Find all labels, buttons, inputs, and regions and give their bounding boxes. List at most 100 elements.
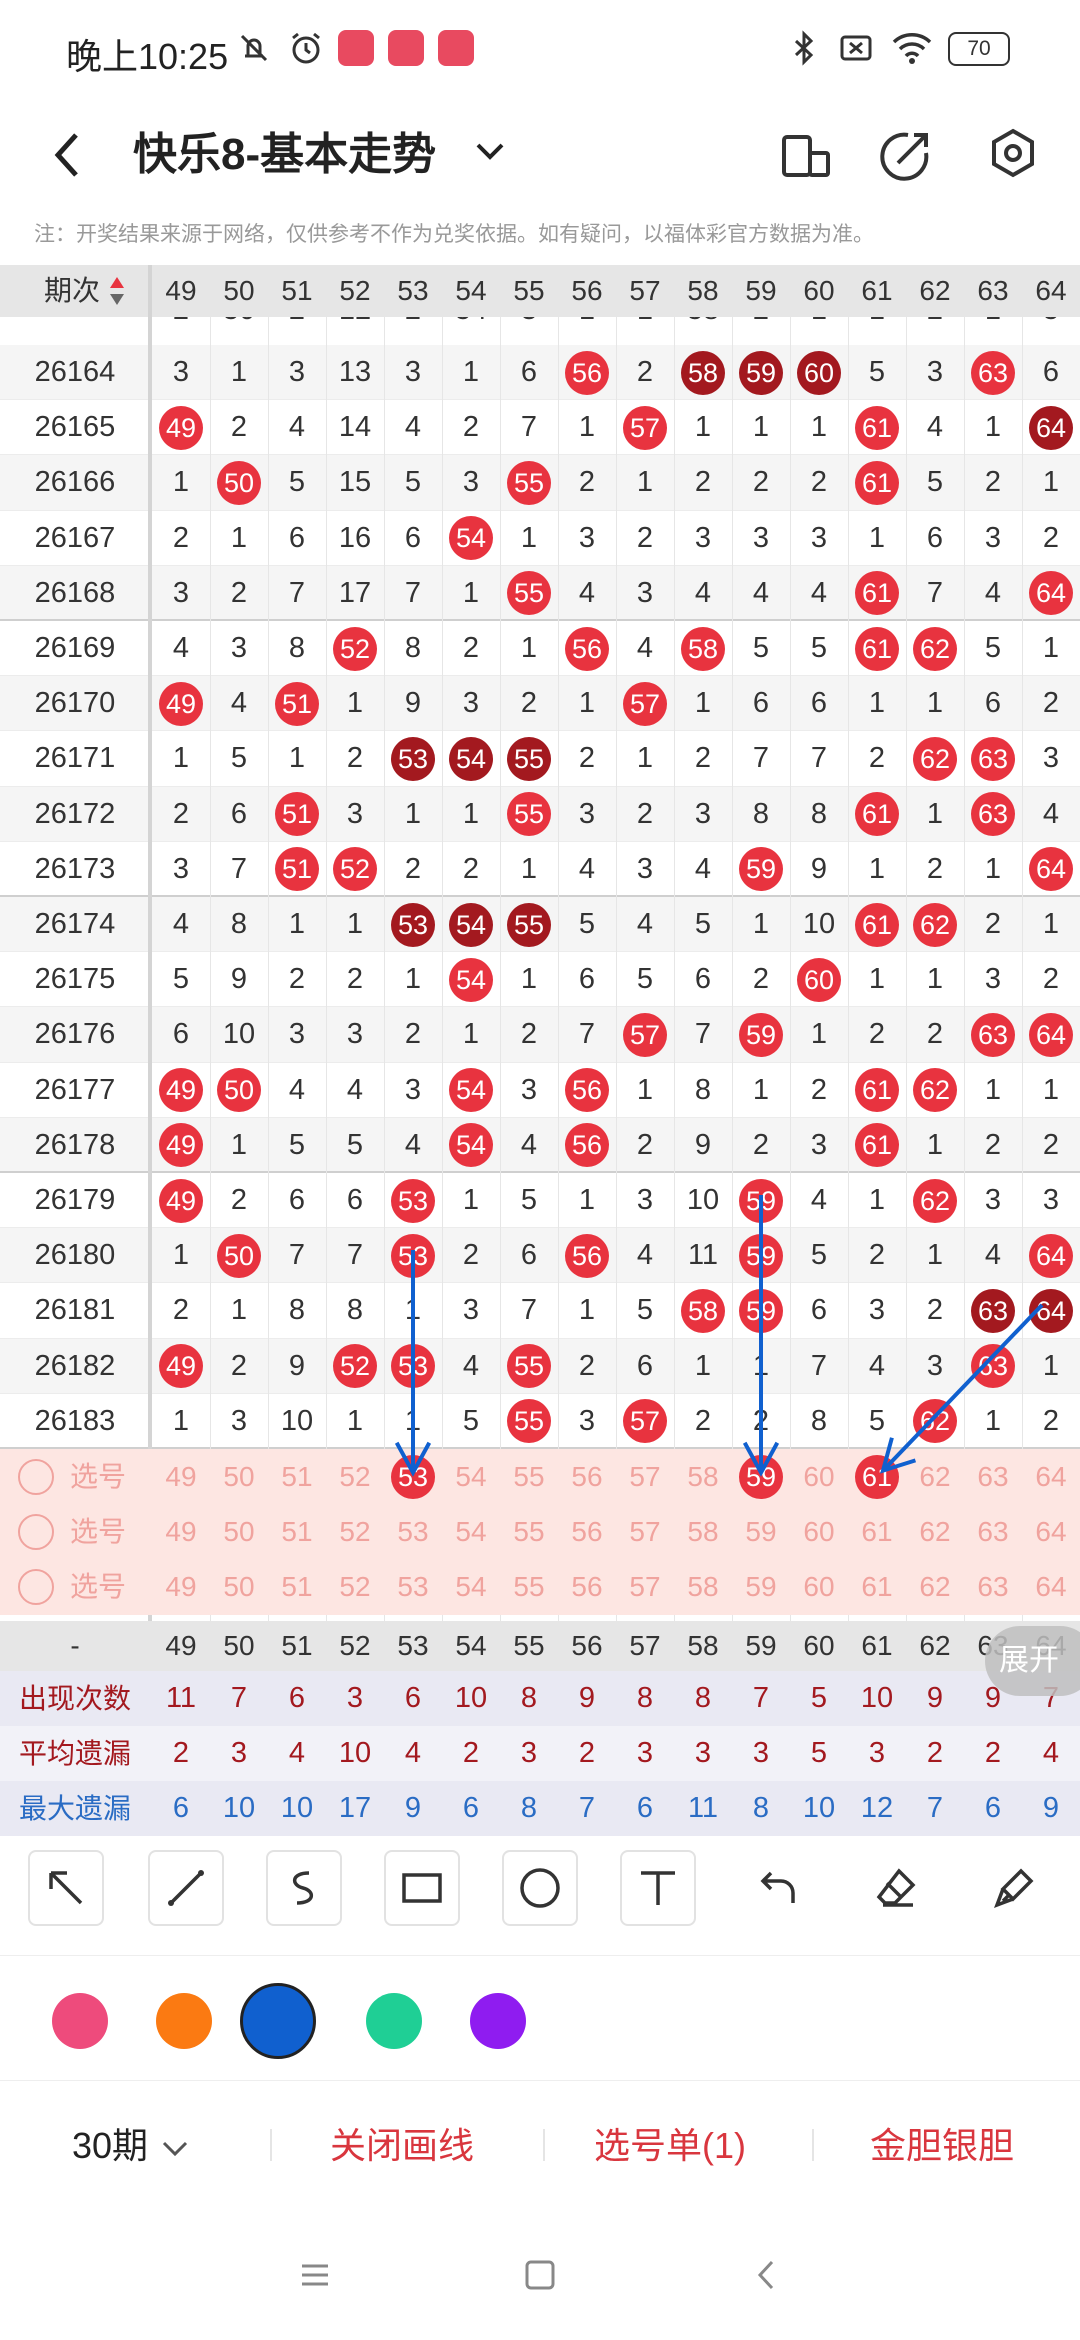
table-cell: 8 (230, 908, 248, 940)
pick-number[interactable]: 57 (616, 1449, 674, 1504)
sort-icon[interactable] (108, 275, 126, 307)
period-cell: 26167 (34, 521, 116, 554)
layout-switch-icon[interactable] (770, 115, 840, 195)
pick-number[interactable]: 56 (558, 1449, 616, 1504)
pick-number[interactable]: 49 (152, 1449, 210, 1504)
pick-number[interactable]: 59 (732, 1504, 790, 1559)
selected-ball[interactable]: 53 (391, 1454, 435, 1499)
pick-number[interactable]: 60 (790, 1449, 848, 1504)
number-ball: 56 (565, 1233, 609, 1278)
number-ball: 62 (913, 902, 957, 947)
column-header: 49 (165, 275, 197, 306)
color-swatch[interactable] (240, 1983, 316, 2059)
pick-number[interactable]: 51 (268, 1559, 326, 1614)
rectangle-tool[interactable] (384, 1850, 460, 1926)
radio-button[interactable] (18, 1569, 54, 1605)
number-ball: 61 (855, 461, 899, 505)
color-swatch[interactable] (156, 1993, 212, 2049)
pick-number[interactable]: 50 (210, 1504, 268, 1559)
pick-number[interactable]: 56 (558, 1504, 616, 1559)
pick-number[interactable]: 56 (558, 1559, 616, 1614)
pick-number[interactable]: 50 (210, 1559, 268, 1614)
pick-number[interactable]: 61 (848, 1559, 906, 1614)
circle-tool[interactable] (502, 1850, 578, 1926)
pick-number[interactable]: 54 (442, 1559, 500, 1614)
curve-tool[interactable] (266, 1850, 342, 1926)
pick-number[interactable]: 63 (964, 1449, 1022, 1504)
color-swatch[interactable] (470, 1993, 526, 2049)
home-icon[interactable] (523, 2258, 557, 2292)
stats-value: 10 (222, 1791, 256, 1824)
pick-number[interactable]: 63 (964, 1504, 1022, 1559)
stats-value: 4 (288, 1736, 306, 1769)
radio-button[interactable] (18, 1458, 54, 1495)
pick-number[interactable]: 60 (790, 1504, 848, 1559)
clear-tool[interactable] (976, 1850, 1052, 1926)
eraser-tool[interactable] (858, 1850, 934, 1926)
menu-icon[interactable] (298, 2258, 332, 2292)
pick-number[interactable]: 54 (442, 1449, 500, 1504)
gold-silver-button[interactable]: 金胆银胆 (870, 2121, 1014, 2171)
chevron-down-icon[interactable] (470, 131, 510, 171)
number-ball: 51 (275, 681, 319, 726)
pick-number[interactable]: 52 (326, 1449, 384, 1504)
undo-tool[interactable] (740, 1850, 816, 1926)
pick-number[interactable]: 64 (1022, 1559, 1080, 1614)
share-icon[interactable] (870, 115, 940, 195)
pick-number[interactable]: 49 (152, 1504, 210, 1559)
pick-number[interactable]: 54 (442, 1504, 500, 1559)
period-selector[interactable]: 30期 (72, 2121, 192, 2171)
line-tool[interactable] (148, 1850, 224, 1926)
pick-number[interactable]: 55 (500, 1504, 558, 1559)
period-header[interactable]: 期次 (44, 265, 100, 317)
text-tool[interactable] (620, 1850, 696, 1926)
pick-number[interactable]: 58 (674, 1559, 732, 1614)
pick-number[interactable]: 62 (906, 1504, 964, 1559)
table-cell: 2 (230, 1349, 248, 1382)
color-swatch[interactable] (366, 1993, 422, 2049)
table-cell: 1 (1042, 1073, 1060, 1106)
pick-number[interactable]: 52 (326, 1559, 384, 1614)
number-ball: 62 (913, 1178, 957, 1223)
table-cell: 6 (172, 1018, 190, 1051)
pick-number[interactable]: 64 (1022, 1504, 1080, 1559)
pick-number[interactable]: 64 (1022, 1449, 1080, 1504)
settings-icon[interactable] (978, 115, 1048, 195)
pick-number[interactable]: 58 (674, 1504, 732, 1559)
table-cell: 1 (694, 411, 712, 444)
pick-number[interactable]: 50 (210, 1449, 268, 1504)
radio-button[interactable] (18, 1513, 54, 1550)
table-cell: 1 (984, 852, 1002, 885)
pick-number[interactable]: 62 (906, 1559, 964, 1614)
table-cell: 3 (462, 1294, 480, 1327)
color-swatch[interactable] (52, 1993, 108, 2049)
pick-number[interactable]: 53 (384, 1504, 442, 1559)
pick-number[interactable]: 62 (906, 1449, 964, 1504)
pick-number[interactable]: 60 (790, 1559, 848, 1614)
arrow-tool[interactable] (28, 1850, 104, 1926)
pick-number[interactable]: 63 (964, 1559, 1022, 1614)
selected-ball[interactable]: 59 (739, 1454, 783, 1499)
pick-number[interactable]: 53 (384, 1559, 442, 1614)
pick-number[interactable]: 51 (268, 1449, 326, 1504)
table-cell: 11 (687, 1239, 719, 1272)
pick-number[interactable]: 59 (732, 1559, 790, 1614)
expand-button[interactable]: 展开 (985, 1626, 1080, 1696)
page-title[interactable]: 快乐8-基本走势 (133, 115, 436, 195)
pick-number[interactable]: 58 (674, 1449, 732, 1504)
pick-number[interactable]: 52 (326, 1504, 384, 1559)
pick-number[interactable]: 55 (500, 1559, 558, 1614)
pick-list-button[interactable]: 选号单(1) (594, 2121, 746, 2171)
selected-ball[interactable]: 61 (855, 1454, 899, 1499)
pick-number[interactable]: 49 (152, 1559, 210, 1614)
close-lines-button[interactable]: 关闭画线 (330, 2121, 474, 2171)
table-cell: 1 (926, 1239, 944, 1272)
table-cell: 2 (462, 411, 480, 444)
back-arrow-icon[interactable] (40, 115, 100, 195)
pick-number[interactable]: 55 (500, 1449, 558, 1504)
pick-number[interactable]: 57 (616, 1559, 674, 1614)
pick-number[interactable]: 57 (616, 1504, 674, 1559)
pick-number[interactable]: 51 (268, 1504, 326, 1559)
pick-number[interactable]: 61 (848, 1504, 906, 1559)
back-icon[interactable] (750, 2258, 784, 2292)
